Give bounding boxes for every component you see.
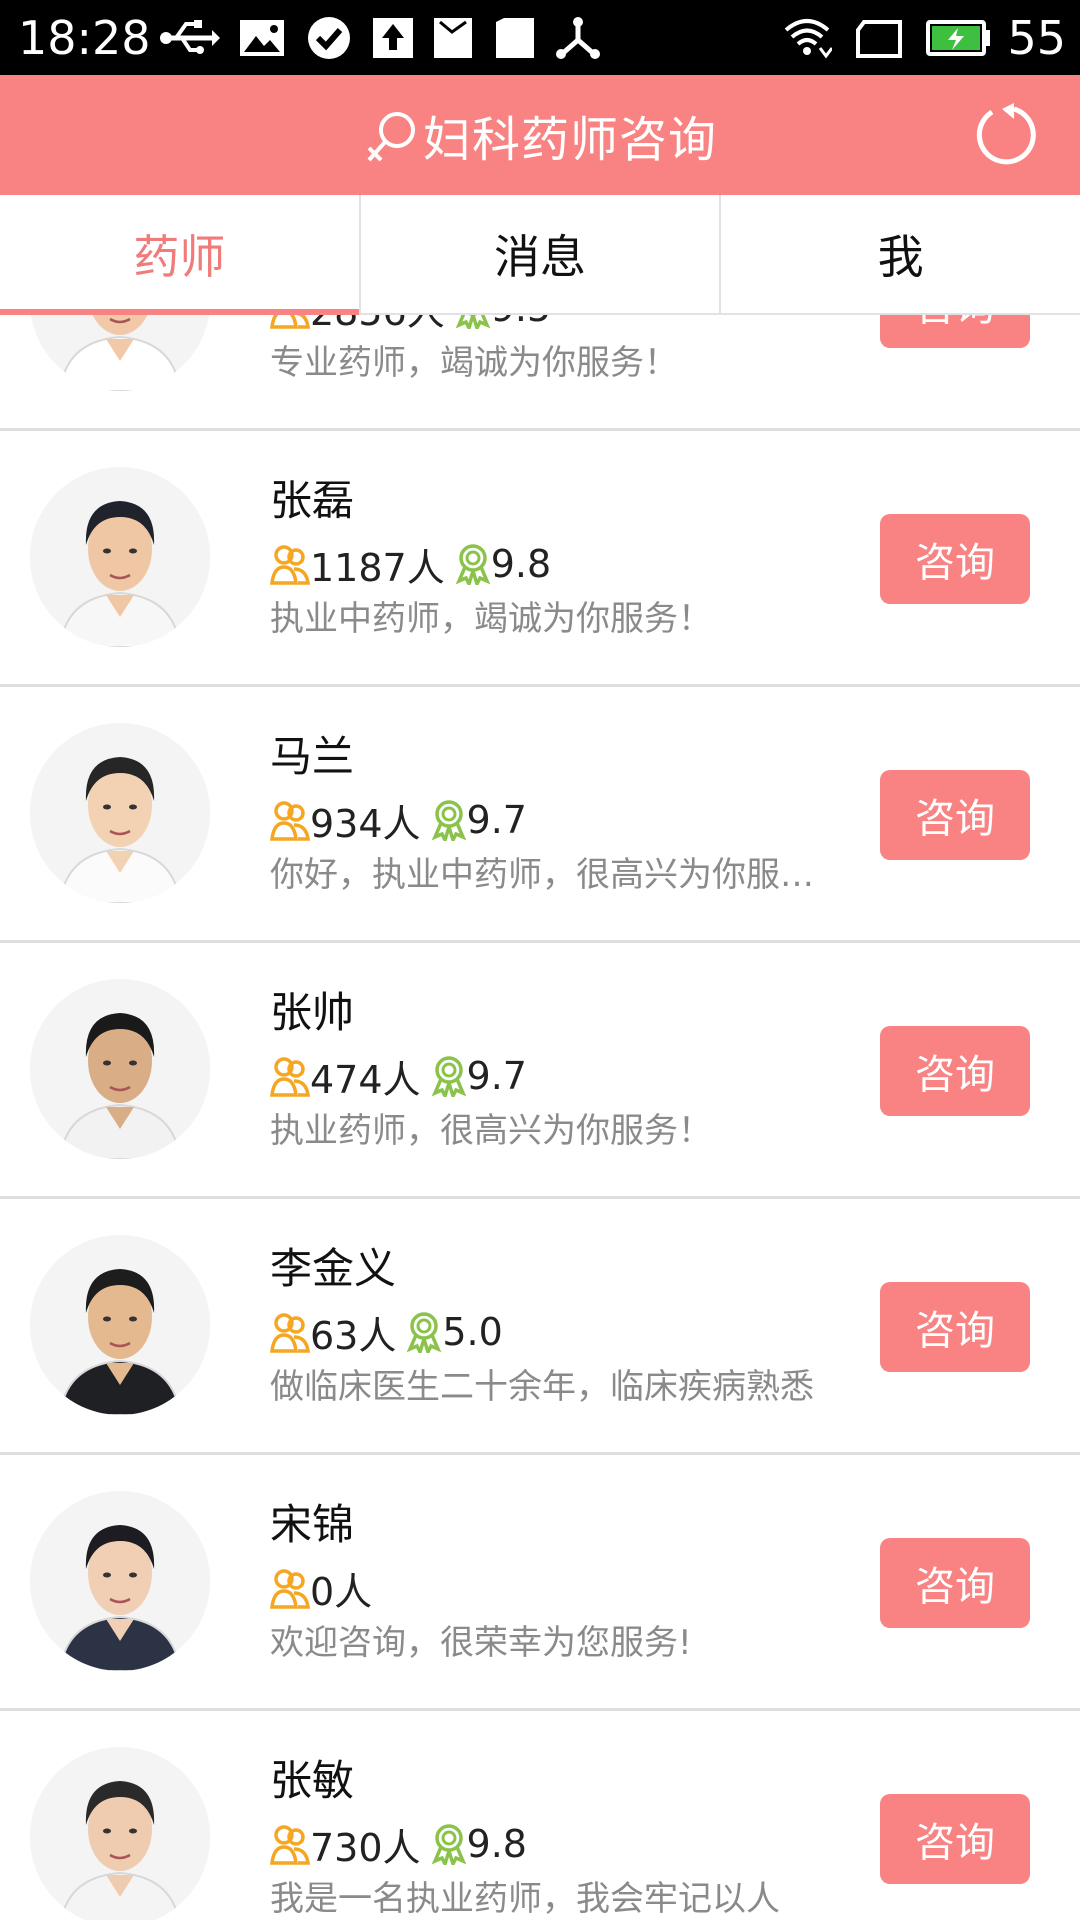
pharmacist-intro: 专业药师，竭诚为你服务！: [270, 343, 678, 383]
rating-score: 9.8: [466, 1822, 527, 1866]
avatar: [30, 1491, 210, 1671]
avatar: [30, 467, 210, 647]
award-icon: [455, 544, 491, 585]
pharmacist-row[interactable]: 宋锦 0人 欢迎咨询，很荣幸为您服务! 咨询: [0, 1455, 1080, 1711]
pharmacist-name: 张帅: [270, 988, 355, 1037]
upload-icon: [373, 18, 413, 58]
consult-button[interactable]: 咨询: [880, 770, 1030, 860]
battery-percent: 55: [1007, 11, 1066, 65]
people-icon: [270, 545, 310, 585]
consult-button[interactable]: 咨询: [880, 1794, 1030, 1884]
header-title-group: 妇科药师咨询: [0, 75, 1080, 195]
pharmacist-row[interactable]: 张磊 1187人 9.8 执业中药师，竭诚为你服务！ 咨询: [0, 431, 1080, 687]
pharmacist-intro: 做临床医生二十余年，临床疾病熟悉: [270, 1367, 814, 1407]
avatar: [30, 1747, 210, 1920]
consult-button[interactable]: 咨询: [880, 514, 1030, 604]
people-icon: [270, 315, 310, 329]
usb-icon: [160, 20, 220, 54]
app-header: 妇科药师咨询: [0, 75, 1080, 195]
pharmacist-intro: 欢迎咨询，很荣幸为您服务!: [270, 1623, 692, 1663]
pharmacist-name: 张磊: [270, 476, 355, 525]
consultation-count: 63人: [310, 1313, 397, 1358]
pharmacist-stats: 63人 5.0: [270, 1307, 503, 1358]
screen-rotate-icon: [856, 20, 902, 58]
people-icon: [270, 1313, 310, 1353]
avatar: [30, 723, 210, 903]
image-icon: [240, 20, 284, 56]
pharmacist-name: 马兰: [270, 732, 355, 781]
pharmacist-stats: 0人: [270, 1563, 373, 1614]
pharmacist-row[interactable]: 2856人 9.5 专业药师，竭诚为你服务！ 咨询: [0, 315, 1080, 431]
pharmacist-name: 张敏: [270, 1756, 355, 1805]
pharmacist-intro: 我是一名执业药师，我会牢记以人: [270, 1879, 780, 1919]
tab-messages[interactable]: 消息: [361, 195, 722, 313]
female-search-icon: [367, 112, 415, 162]
consultation-count: 0人: [310, 1569, 373, 1614]
rating-score: 9.5: [491, 315, 551, 330]
sd-card-icon: [434, 18, 472, 58]
rating-score: 9.7: [466, 798, 527, 842]
people-icon: [270, 1569, 310, 1609]
pharmacist-name: 李金义: [270, 1244, 397, 1293]
avatar: [30, 315, 210, 391]
consultation-count: 1187人: [310, 545, 445, 590]
people-icon: [270, 1057, 310, 1097]
award-icon: [431, 1056, 466, 1097]
award-icon: [407, 1312, 442, 1353]
pharmacist-stats: 1187人 9.8: [270, 539, 552, 590]
consult-button[interactable]: 咨询: [880, 1026, 1030, 1116]
refresh-icon[interactable]: [974, 103, 1038, 167]
pharmacist-intro: 执业中药师，竭诚为你服务！: [270, 599, 712, 639]
rating-score: 5.0: [442, 1310, 503, 1354]
pharmacist-intro: 执业药师，很高兴为你服务！: [270, 1111, 712, 1151]
consultation-count: 474人: [310, 1057, 421, 1102]
pharmacist-name: 宋锦: [270, 1500, 355, 1549]
pharmacist-stats: 2856人 9.5: [270, 315, 551, 336]
pharmacist-stats: 474人 9.7: [270, 1051, 527, 1102]
award-icon: [431, 1824, 466, 1865]
award-icon: [455, 315, 491, 329]
tab-me[interactable]: 我: [721, 195, 1080, 313]
pharmacist-stats: 934人 9.7: [270, 795, 527, 846]
tab-bar: 药师 消息 我: [0, 195, 1080, 315]
pharmacist-stats: 730人 9.8: [270, 1819, 527, 1870]
pharmacist-row[interactable]: 张帅 474人 9.7 执业药师，很高兴为你服务！ 咨询: [0, 943, 1080, 1199]
avatar: [30, 979, 210, 1159]
pharmacist-row[interactable]: 李金义 63人 5.0 做临床医生二十余年，临床疾病熟悉 咨询: [0, 1199, 1080, 1455]
pharmacist-row[interactable]: 马兰 934人 9.7 你好，执业中药师，很高兴为你服务！ 咨询: [0, 687, 1080, 943]
status-bar: 18:28 55: [0, 0, 1080, 75]
consultation-count: 2856人: [310, 315, 445, 336]
people-icon: [270, 801, 310, 841]
pharmacist-list[interactable]: 2856人 9.5 专业药师，竭诚为你服务！ 咨询 张磊 1187人: [0, 315, 1080, 1920]
sim-icon: [496, 18, 534, 58]
consultation-count: 934人: [310, 801, 421, 846]
rating-score: 9.7: [466, 1054, 527, 1098]
consultation-count: 730人: [310, 1825, 421, 1870]
consult-button[interactable]: 咨询: [880, 1282, 1030, 1372]
award-icon: [431, 800, 466, 841]
consult-button[interactable]: 咨询: [880, 1538, 1030, 1628]
status-time: 18:28: [18, 11, 151, 65]
battery-charging-icon: [926, 20, 990, 56]
rating-score: 9.8: [490, 542, 552, 586]
wifi-icon: [784, 19, 832, 59]
check-icon: [308, 17, 350, 59]
share-icon: [556, 17, 600, 59]
avatar: [30, 1235, 210, 1415]
page-title: 妇科药师咨询: [422, 112, 717, 168]
pharmacist-intro: 你好，执业中药师，很高兴为你服务！: [270, 855, 840, 895]
people-icon: [270, 1825, 310, 1865]
tab-pharmacists[interactable]: 药师: [0, 195, 361, 315]
pharmacist-row[interactable]: 张敏 730人 9.8 我是一名执业药师，我会牢记以人 咨询: [0, 1711, 1080, 1920]
consult-button[interactable]: 咨询: [880, 315, 1030, 348]
